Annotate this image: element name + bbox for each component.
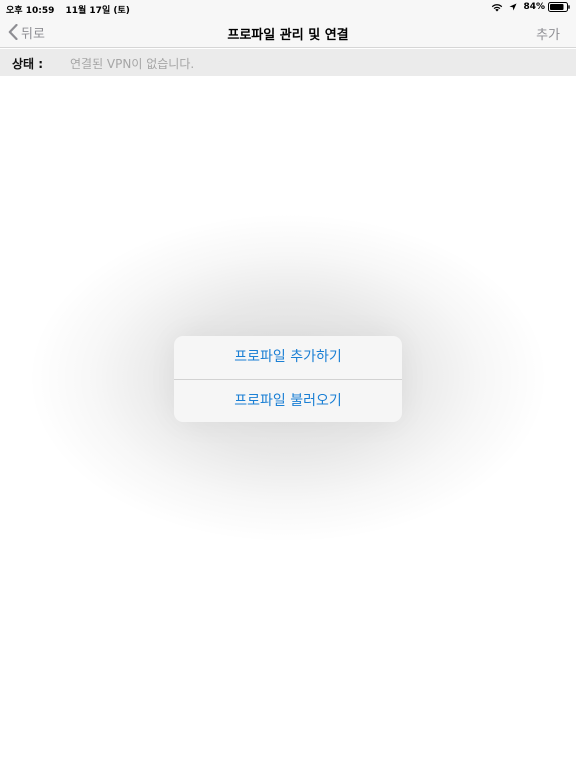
navigation-bar: 뒤로 프로파일 관리 및 연결 추가 <box>0 16 576 48</box>
status-time: 오후 10:59 <box>6 6 55 16</box>
battery-icon <box>548 2 570 12</box>
connection-status-row: 상태 : 연결된 VPN이 없습니다. <box>0 49 576 76</box>
battery-percent: 84% <box>523 2 545 12</box>
add-profile-button[interactable]: 프로파일 추가하기 <box>174 336 402 379</box>
location-arrow-icon <box>509 3 517 11</box>
add-button[interactable]: 추가 <box>536 24 560 43</box>
status-bar: 오후 10:59 11월 17일 (토) 84% <box>0 0 576 16</box>
screen: 오후 10:59 11월 17일 (토) 84% 뒤로 프로파일 관리 및 연결… <box>0 0 576 768</box>
status-date: 11월 17일 (토) <box>65 6 130 16</box>
status-value: 연결된 VPN이 없습니다. <box>70 57 195 71</box>
dim-overlay[interactable] <box>0 76 576 768</box>
import-profile-button[interactable]: 프로파일 불러오기 <box>174 380 402 423</box>
status-right: 84% <box>491 2 570 12</box>
action-sheet: 프로파일 추가하기 프로파일 불러오기 <box>174 336 402 422</box>
status-left: 오후 10:59 11월 17일 (토) <box>6 3 130 16</box>
status-label: 상태 : <box>12 57 44 71</box>
page-title: 프로파일 관리 및 연결 <box>227 28 349 43</box>
wifi-icon <box>491 2 503 12</box>
